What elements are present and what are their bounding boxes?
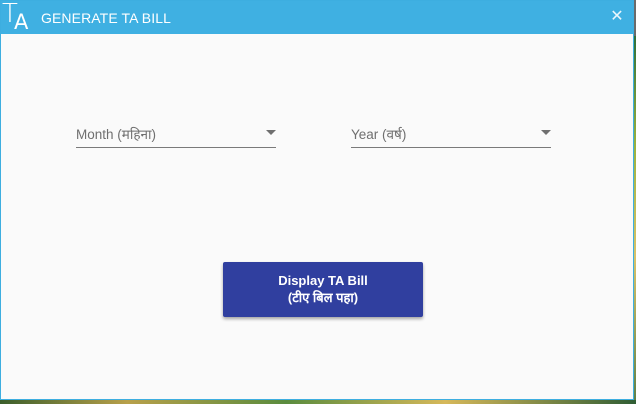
- app-logo: T A: [2, 0, 34, 34]
- caret-down-icon: [541, 130, 551, 135]
- title-bar: T A GENERATE TA BILL ✕: [1, 0, 633, 34]
- background-strip-bottom: [0, 400, 636, 404]
- year-select-label: Year (वर्ष): [351, 127, 407, 142]
- window-title: GENERATE TA BILL: [41, 10, 171, 26]
- month-select-label: Month (महिना): [76, 127, 156, 142]
- logo-letter-a: A: [14, 10, 29, 34]
- display-button-sublabel: (टीए बिल पहा): [287, 290, 359, 305]
- caret-down-icon: [266, 130, 276, 135]
- generate-ta-bill-dialog: T A GENERATE TA BILL ✕ Month (महिना) Yea…: [0, 0, 634, 400]
- month-select[interactable]: Month (महिना): [76, 119, 276, 148]
- display-button-label: Display TA Bill: [278, 273, 368, 288]
- display-ta-bill-button[interactable]: Display TA Bill (टीए बिल पहा): [223, 262, 423, 317]
- year-select[interactable]: Year (वर्ष): [351, 119, 551, 148]
- close-icon[interactable]: ✕: [609, 8, 625, 26]
